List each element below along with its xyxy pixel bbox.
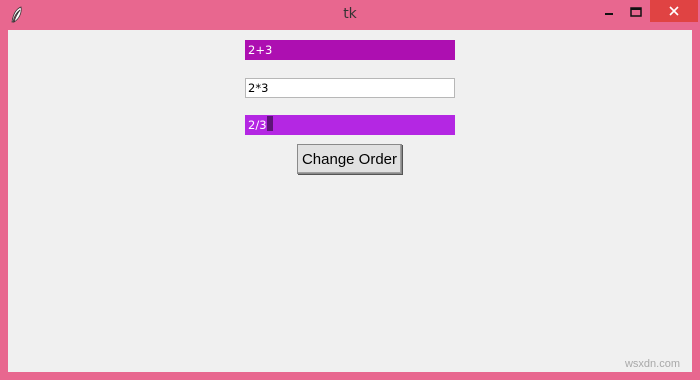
close-button[interactable] <box>650 0 698 22</box>
minimize-icon <box>604 2 614 21</box>
maximize-icon <box>630 2 642 21</box>
app-window: tk 2+3 2*3 2/3 Change Order wsxdn.com <box>0 0 700 380</box>
watermark: wsxdn.com <box>624 358 680 370</box>
expression-entry-1[interactable]: 2+3 <box>245 40 455 60</box>
change-order-button[interactable]: Change Order <box>297 144 402 174</box>
text-cursor <box>266 116 273 131</box>
entry-1-text: 2+3 <box>248 43 273 57</box>
title-bar[interactable]: tk <box>0 0 700 30</box>
maximize-button[interactable] <box>618 0 654 22</box>
entry-2-text: 2*3 <box>248 81 269 95</box>
window-content: 2+3 2*3 2/3 Change Order wsxdn.com <box>8 30 692 372</box>
entry-3-text: 2/3 <box>248 118 267 132</box>
expression-entry-3[interactable]: 2/3 <box>245 115 455 135</box>
close-icon <box>668 2 680 21</box>
expression-entry-2[interactable]: 2*3 <box>245 78 455 98</box>
